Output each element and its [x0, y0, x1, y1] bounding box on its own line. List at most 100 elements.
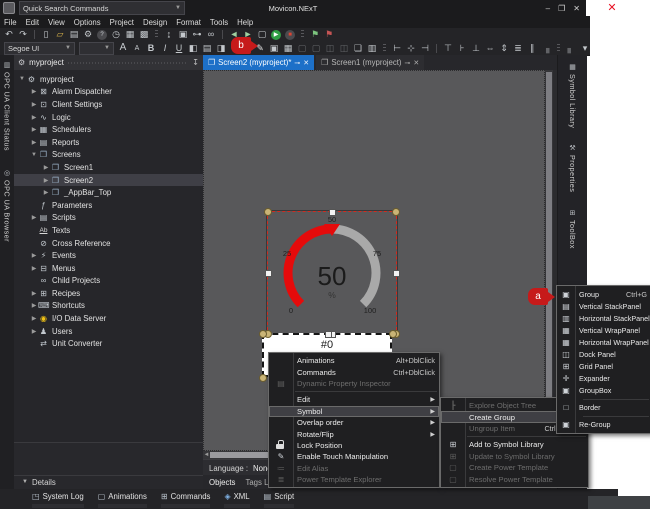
menu-item-commands[interactable]: CommandsCtrl+DblClick	[269, 366, 439, 377]
open-project-icon[interactable]: ▱	[55, 29, 65, 40]
tree-expander-icon[interactable]: ▶	[30, 252, 38, 259]
font-decrease-icon[interactable]: A	[132, 43, 142, 54]
pin-icon[interactable]: ⊸	[405, 59, 411, 67]
rail-item-toolbox[interactable]: ⊞ToolBox	[568, 209, 577, 249]
clone-icon[interactable]: ▢	[297, 43, 307, 54]
same-height-icon[interactable]: ⇕	[499, 43, 509, 54]
tree-item-shortcuts[interactable]: ▶⌨Shortcuts	[14, 300, 203, 313]
align-objs-left-icon[interactable]: ⊢	[392, 43, 402, 54]
bold-icon[interactable]: B	[146, 43, 156, 54]
align-right-icon[interactable]: ◨	[216, 43, 226, 54]
menu-item-expander[interactable]: ✛Expander	[557, 373, 650, 385]
child-window-icon[interactable]: ▣	[178, 29, 188, 40]
page-setup-icon[interactable]: ▥	[367, 43, 377, 54]
close-icon[interactable]: ✕	[413, 59, 419, 67]
tree-expander-icon[interactable]: ▶	[30, 315, 38, 322]
tree-item-screen2[interactable]: ▶❐Screen2	[14, 174, 203, 187]
rail-item-opc-ua-client-status[interactable]: ▥OPC UA Client Status	[3, 61, 12, 151]
align-center-icon[interactable]: ▤	[202, 43, 212, 54]
menu-project[interactable]: Project	[110, 18, 134, 27]
tree-expander-icon[interactable]: ▶	[30, 265, 38, 272]
menu-item-add-to-symbol-library[interactable]: ⊞Add to Symbol Library	[441, 439, 588, 450]
document-tab-0[interactable]: ❐Screen2 (myproject)*⊸✕	[203, 55, 314, 70]
selection-handle[interactable]	[259, 330, 267, 338]
menu-item-dock-panel[interactable]: ◫Dock Panel	[557, 348, 650, 360]
selection-handle[interactable]	[325, 331, 332, 338]
underline-icon[interactable]: U	[174, 43, 184, 54]
align-objs-center-icon[interactable]: ⊹	[406, 43, 416, 54]
new-project-icon[interactable]: ▯	[41, 29, 51, 40]
menu-options[interactable]: Options	[74, 18, 101, 27]
menu-item-vertical-stackpanel[interactable]: ▤Vertical StackPanel	[557, 300, 650, 312]
tree-expander-icon[interactable]: ▼	[18, 76, 26, 82]
same-width-icon[interactable]: ⇔	[485, 43, 495, 54]
menu-file[interactable]: File	[4, 18, 17, 27]
tree-item-parameters[interactable]: ƒParameters	[14, 199, 203, 212]
maximize-button[interactable]: ❐	[558, 4, 565, 13]
outer-close-icon[interactable]: ✕	[604, 1, 620, 14]
tree-item-scripts[interactable]: ▶▤Scripts	[14, 212, 203, 225]
tree-expander-icon[interactable]: ▼	[30, 152, 38, 158]
tree-item-myproject[interactable]: ▼⚙myproject	[14, 73, 203, 86]
tree-expander-icon[interactable]: ▶	[42, 189, 50, 196]
statusbar-animations[interactable]: ▢Animations	[98, 492, 147, 501]
italic-icon[interactable]: I	[160, 43, 170, 54]
deploy-start-icon[interactable]: ⚑	[310, 29, 320, 40]
menu-item-border[interactable]: □Border	[557, 402, 650, 414]
run-icon[interactable]: ▶	[271, 30, 281, 40]
tree-item-alarm-dispatcher[interactable]: ▶⊠Alarm Dispatcher	[14, 86, 203, 99]
statusbar-system-log[interactable]: ◳System Log	[32, 492, 84, 501]
menu-item-edit[interactable]: Edit▶	[269, 394, 439, 405]
pc-runtime-icon[interactable]: ▢	[257, 29, 267, 40]
tree-expander-icon[interactable]: ▶	[42, 177, 50, 184]
save-doc-icon[interactable]: ▦	[125, 29, 135, 40]
canvas-vscrollbar[interactable]	[545, 70, 553, 451]
tree-expander-icon[interactable]: ▶	[30, 139, 38, 146]
tree-item-schedulers[interactable]: ▶▦Schedulers	[14, 123, 203, 136]
recent-icon[interactable]: ◷	[111, 29, 121, 40]
font-family-combo[interactable]: Segoe UI ▼	[4, 42, 75, 55]
tree-expander-icon[interactable]: ▶	[30, 328, 38, 335]
distribute-v-icon[interactable]: ∥	[527, 43, 537, 54]
menu-format[interactable]: Format	[176, 18, 201, 27]
menu-item-animations[interactable]: AnimationsAlt+DblClick	[269, 355, 439, 366]
menu-item-enable-touch-manipulation[interactable]: ✎Enable Touch Manipulation	[269, 451, 439, 462]
tree-expander-icon[interactable]: ▶	[30, 101, 38, 108]
menu-design[interactable]: Design	[143, 18, 167, 27]
selection-handle[interactable]	[264, 208, 272, 216]
statusbar-xml[interactable]: ◈XML	[224, 492, 249, 501]
export-icon[interactable]: ↨	[164, 29, 174, 40]
menu-item-symbol[interactable]: Symbol▶	[269, 406, 439, 417]
close-icon[interactable]: ✕	[303, 59, 309, 67]
menu-item-horizontal-stackpanel[interactable]: ▥Horizontal StackPanel	[557, 312, 650, 324]
help-icon[interactable]: ?	[97, 30, 107, 40]
font-size-combo[interactable]: ▼	[79, 42, 114, 55]
copy-style-icon[interactable]: ◫	[339, 43, 349, 54]
menu-item-re-group[interactable]: ▣Re-Group	[557, 419, 650, 431]
quick-search-combo[interactable]: Quick Search Commands ▼	[19, 1, 185, 15]
tree-item-screen1[interactable]: ▶❐Screen1	[14, 161, 203, 174]
selection-handle[interactable]	[265, 270, 272, 277]
tree-item-events[interactable]: ▶⚡Events	[14, 249, 203, 262]
corner-1-icon[interactable]: ▗	[541, 43, 551, 54]
tree-item-logic[interactable]: ▶∿Logic	[14, 111, 203, 124]
project-settings-icon[interactable]: ⚙	[83, 29, 93, 40]
menu-edit[interactable]: Edit	[26, 18, 39, 27]
tree-item-texts[interactable]: AbTexts	[14, 224, 203, 237]
toolbar-overflow-icon[interactable]: ▾	[580, 43, 590, 54]
document-tab-1[interactable]: ❐Screen1 (myproject)⊸✕	[316, 55, 424, 70]
tree-expander-icon[interactable]: ▶	[30, 302, 38, 309]
tree-item-reports[interactable]: ▶▤Reports	[14, 136, 203, 149]
align-objs-right-icon[interactable]: ⊣	[420, 43, 430, 54]
tree-item-menus[interactable]: ▶⊟Menus	[14, 262, 203, 275]
menu-item-group[interactable]: ▣GroupCtrl+G	[557, 288, 650, 300]
menu-tools[interactable]: Tools	[210, 18, 228, 27]
tree-item-users[interactable]: ▶♟Users	[14, 325, 203, 338]
distribute-h-icon[interactable]: ≣	[513, 43, 523, 54]
corner-2-icon[interactable]: ▖	[566, 43, 576, 54]
statusbar-commands[interactable]: ⊞Commands	[161, 492, 211, 501]
rail-item-opc-ua-browser[interactable]: ◎OPC UA Browser	[3, 169, 12, 242]
save-project-icon[interactable]: ▤	[69, 29, 79, 40]
rail-item-symbol-library[interactable]: ▦Symbol Library	[568, 63, 577, 128]
align-objs-middle-icon[interactable]: ⊦	[457, 43, 467, 54]
